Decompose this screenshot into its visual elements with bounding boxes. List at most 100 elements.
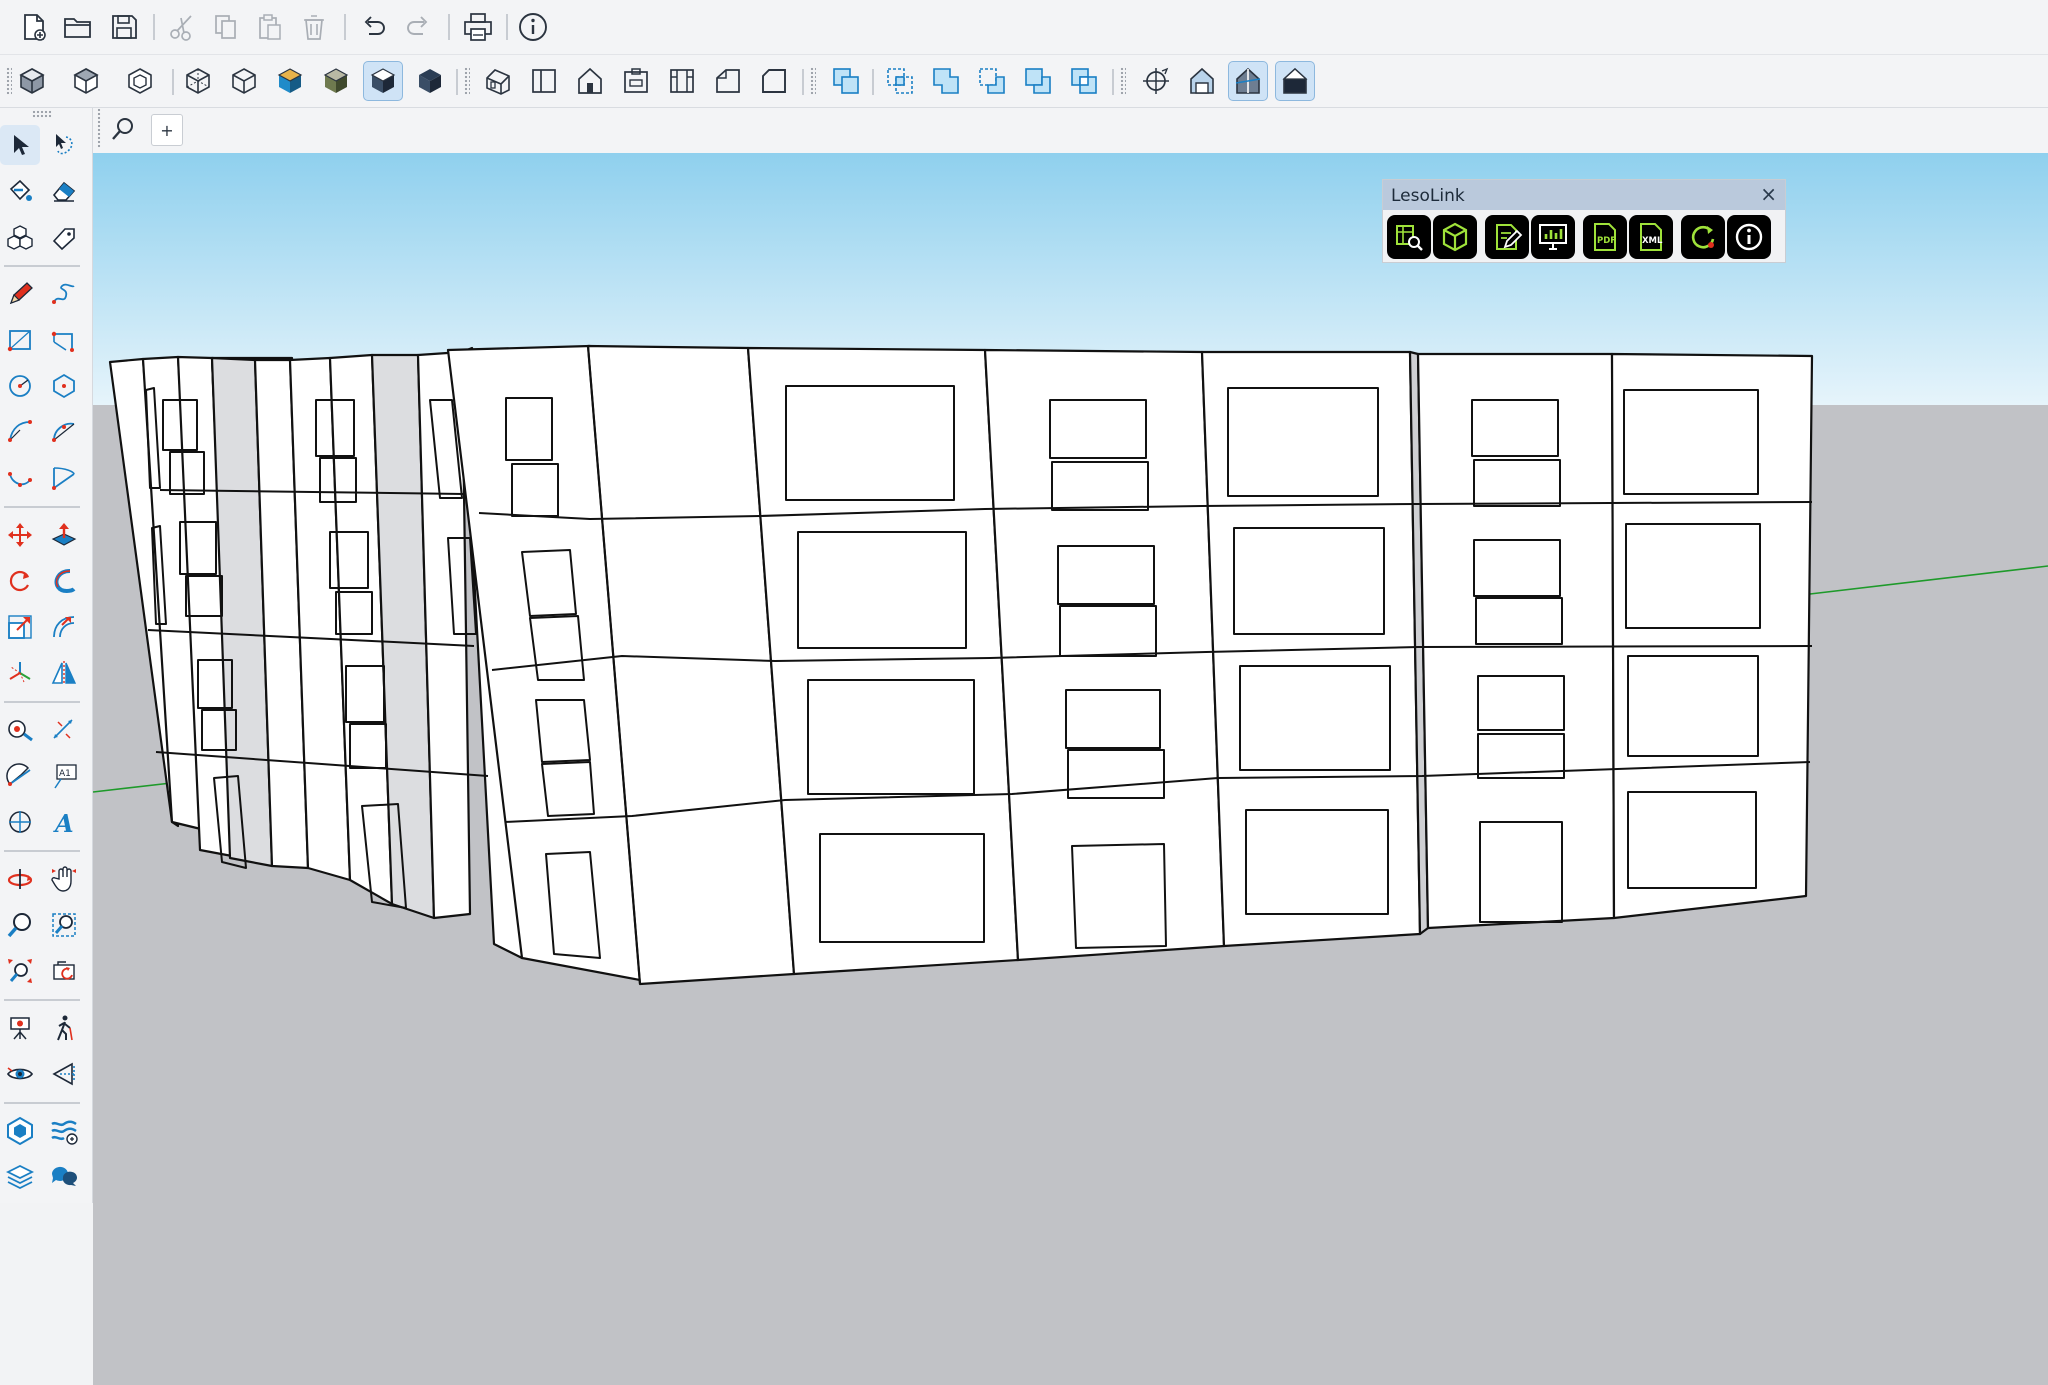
3d-text-tool[interactable]: A [44, 802, 84, 842]
pie-tool[interactable] [44, 458, 84, 498]
eraser-tool[interactable] [44, 171, 84, 211]
position-camera-tool[interactable] [0, 1008, 40, 1048]
lesolink-model-button[interactable] [1433, 215, 1477, 259]
lesolink-pdf-button[interactable]: PDF [1583, 215, 1627, 259]
style-monochrome-button[interactable] [363, 61, 403, 101]
layers-tool[interactable] [0, 1157, 40, 1197]
walk-tool[interactable] [44, 1008, 84, 1048]
polygon-tool[interactable] [44, 366, 84, 406]
toolbar-grip[interactable] [97, 108, 101, 148]
make-component-tool[interactable] [0, 217, 40, 257]
trim-button[interactable] [1018, 61, 1058, 101]
toolbar-grip[interactable] [32, 110, 52, 118]
paste-button[interactable] [250, 7, 290, 47]
view-front-house-button[interactable] [570, 61, 610, 101]
section-cuts-button[interactable] [1228, 61, 1268, 101]
copy-button[interactable] [206, 7, 246, 47]
select-tool[interactable] [0, 125, 40, 165]
section-display-button[interactable] [1182, 61, 1222, 101]
union-button[interactable] [926, 61, 966, 101]
view-iso-house-button[interactable] [478, 61, 518, 101]
open-file-button[interactable] [58, 7, 98, 47]
subtract-button[interactable] [972, 61, 1012, 101]
zoom-extents-tool[interactable] [0, 951, 40, 991]
rotated-rectangle-tool[interactable] [44, 320, 84, 360]
outer-shell-button[interactable] [826, 61, 866, 101]
model-info-button[interactable] [513, 7, 553, 47]
section-tool[interactable] [44, 1054, 84, 1094]
style-wireframe-button[interactable] [224, 61, 264, 101]
chat-tool[interactable] [44, 1157, 84, 1197]
view-back-button[interactable] [662, 61, 702, 101]
move-tool[interactable] [0, 515, 40, 555]
view-bottom-button[interactable] [754, 61, 794, 101]
two-point-arc-tool[interactable] [44, 412, 84, 452]
intersect-button[interactable] [880, 61, 920, 101]
lesolink-inspect-button[interactable] [1387, 215, 1431, 259]
redo-button[interactable] [398, 7, 438, 47]
toolbar-grip[interactable] [464, 67, 470, 95]
look-around-tool[interactable] [0, 1054, 40, 1094]
lesolink-results-button[interactable] [1531, 215, 1575, 259]
lesolink-toolbar[interactable]: LesoLink × PDF XML [1382, 179, 1786, 263]
text-tool[interactable]: A1 [44, 756, 84, 796]
rectangle-tool[interactable] [0, 320, 40, 360]
lesolink-info-button[interactable] [1727, 215, 1771, 259]
search-button[interactable] [105, 112, 141, 146]
tape-measure-tool[interactable] [0, 710, 40, 750]
style-textured-button[interactable] [316, 61, 356, 101]
model-viewport[interactable] [93, 153, 2048, 1385]
previous-view-tool[interactable] [44, 951, 84, 991]
circle-tool[interactable] [0, 366, 40, 406]
view-left-button[interactable] [708, 61, 748, 101]
axes-orbit-tool[interactable] [0, 802, 40, 842]
offset-tool[interactable] [44, 607, 84, 647]
axes-tool[interactable] [0, 653, 40, 693]
save-button[interactable] [104, 7, 144, 47]
print-button[interactable] [458, 7, 498, 47]
arc-tool[interactable] [0, 412, 40, 452]
tag-tool[interactable] [44, 217, 84, 257]
orbit-tool[interactable] [0, 859, 40, 899]
lesolink-xml-button[interactable]: XML [1629, 215, 1673, 259]
toolbar-grip[interactable] [1120, 67, 1126, 95]
lesolink-edit-button[interactable] [1485, 215, 1529, 259]
view-iso-button[interactable] [12, 61, 52, 101]
sandbox-tool[interactable] [44, 1111, 84, 1151]
split-button[interactable] [1064, 61, 1104, 101]
lesolink-title-bar[interactable]: LesoLink × [1383, 180, 1785, 210]
protractor-tool[interactable] [0, 756, 40, 796]
push-pull-tool[interactable] [44, 515, 84, 555]
rotate-tool[interactable] [0, 561, 40, 601]
section-plane-button[interactable] [1136, 61, 1176, 101]
section-fill-button[interactable] [1275, 61, 1315, 101]
line-tool[interactable] [0, 274, 40, 314]
style-backedges-button[interactable] [410, 61, 450, 101]
zoom-tool[interactable] [0, 905, 40, 945]
view-right-button[interactable] [616, 61, 656, 101]
extension-warehouse-tool[interactable] [0, 1111, 40, 1151]
toolbar-grip[interactable] [810, 67, 816, 95]
view-top-button[interactable] [66, 61, 106, 101]
close-icon[interactable]: × [1760, 183, 1777, 205]
cut-button[interactable] [162, 7, 202, 47]
view-top-plan-button[interactable] [524, 61, 564, 101]
follow-me-tool[interactable] [44, 561, 84, 601]
delete-button[interactable] [294, 7, 334, 47]
scale-tool[interactable] [0, 607, 40, 647]
lasso-select-tool[interactable] [44, 125, 84, 165]
freehand-tool[interactable] [44, 274, 84, 314]
add-search-button[interactable]: + [151, 114, 183, 146]
flip-tool[interactable] [44, 653, 84, 693]
new-file-button[interactable] [14, 7, 54, 47]
view-front-button[interactable] [120, 61, 160, 101]
paint-bucket-tool[interactable] [0, 171, 40, 211]
undo-button[interactable] [354, 7, 394, 47]
dimension-tool[interactable] [44, 710, 84, 750]
style-xray-button[interactable] [178, 61, 218, 101]
zoom-window-tool[interactable] [44, 905, 84, 945]
pan-tool[interactable] [44, 859, 84, 899]
style-shaded-button[interactable] [270, 61, 310, 101]
lesolink-refresh-button[interactable] [1681, 215, 1725, 259]
three-point-arc-tool[interactable] [0, 458, 40, 498]
